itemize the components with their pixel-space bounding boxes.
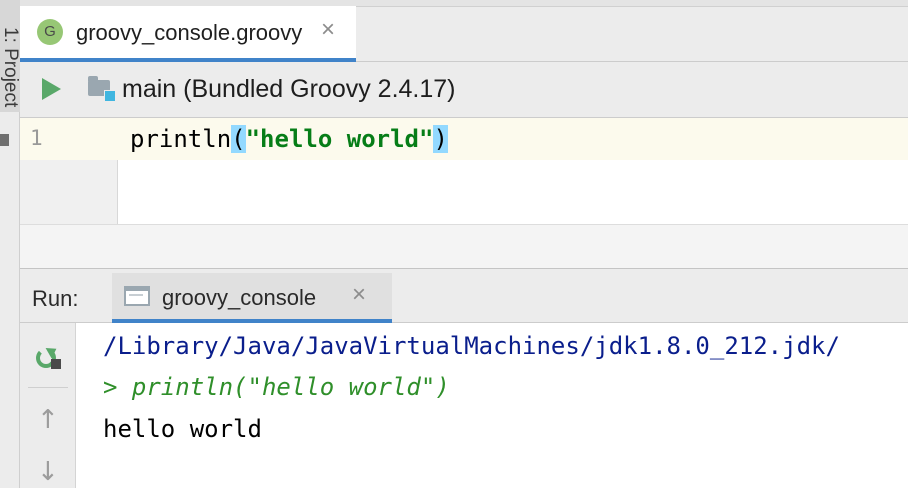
open-paren-match: ( [231, 125, 246, 153]
editor-tab-bar: G groovy_console.groovy × [20, 0, 908, 62]
project-tool-window-tab[interactable]: 1: Project [0, 0, 20, 112]
close-icon[interactable]: × [321, 18, 335, 42]
editor-tab-groovy-console[interactable]: G groovy_console.groovy × [20, 6, 356, 62]
groovy-file-icon: G [37, 19, 63, 45]
module-folder-icon [88, 76, 118, 104]
code-call: println [130, 125, 232, 153]
arrow-up-icon[interactable]: ↑ [37, 407, 59, 433]
console-output-line: hello world [103, 415, 262, 443]
strip-marker [0, 134, 9, 146]
run-window-title: Run: [32, 286, 79, 311]
close-icon[interactable]: × [352, 283, 366, 307]
console-icon [124, 286, 150, 306]
run-config-toolbar: main (Bundled Groovy 2.4.17) [20, 62, 908, 118]
project-tab-label: 1: Project [0, 27, 20, 108]
run-icon[interactable] [42, 78, 61, 100]
editor-breadcrumb-area [20, 224, 908, 269]
console-command-line[interactable]: /Library/Java/JavaVirtualMachines/jdk1.8… [103, 331, 840, 361]
console-output[interactable]: /Library/Java/JavaVirtualMachines/jdk1.8… [76, 323, 908, 488]
run-tab-groovy-console[interactable]: groovy_console × [112, 273, 392, 323]
close-paren-match: ) [433, 125, 448, 153]
run-side-toolbar: ↑ ↓ [20, 323, 76, 488]
run-tool-window-header: Run: groovy_console × [20, 269, 908, 323]
arrow-down-icon[interactable]: ↓ [37, 459, 59, 485]
line-number: 1 [30, 126, 43, 150]
code-string-literal: "hello world" [245, 125, 434, 153]
editor-tab-label: groovy_console.groovy [76, 20, 303, 45]
run-configuration-selector[interactable]: main (Bundled Groovy 2.4.17) [122, 75, 456, 104]
left-tool-strip: 1: Project [0, 0, 20, 488]
code-editor[interactable]: 1 println("hello world") [20, 118, 908, 224]
rerun-icon[interactable] [34, 343, 62, 371]
toolbar-separator [28, 387, 68, 388]
code-line[interactable]: println("hello world") [130, 124, 448, 154]
console-echo-line: > println("hello world") [103, 373, 450, 401]
run-tab-label: groovy_console [162, 285, 317, 310]
